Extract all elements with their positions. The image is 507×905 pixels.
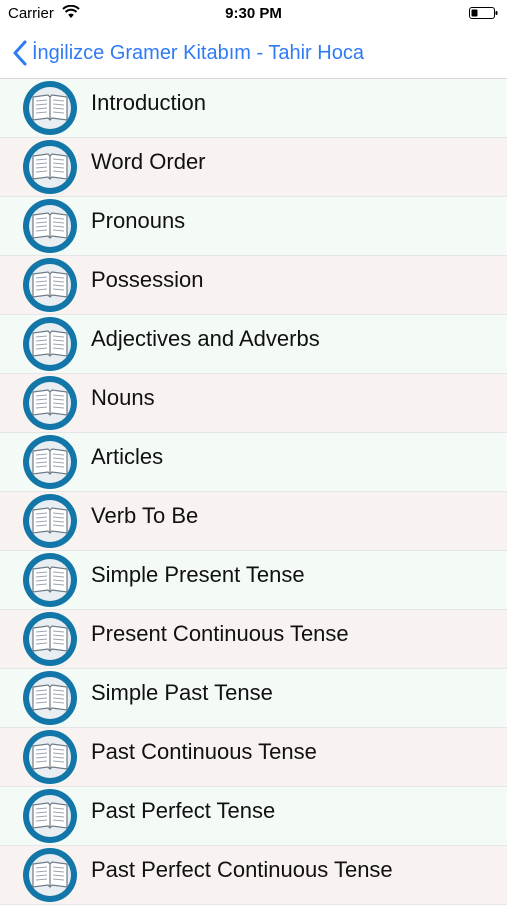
open-book-icon — [23, 435, 77, 489]
list-item-label: Simple Past Tense — [91, 680, 273, 705]
open-book-icon — [23, 317, 77, 371]
chevron-left-icon — [13, 40, 27, 66]
back-button-label: İngilizce Gramer Kitabım - Tahir Hoca — [32, 41, 364, 64]
open-book-icon — [23, 730, 77, 784]
list-item-label: Verb To Be — [91, 503, 199, 528]
list-item-label: Present Continuous Tense — [91, 621, 349, 646]
open-book-icon — [23, 140, 77, 194]
open-book-icon — [23, 612, 77, 666]
list-item-label: Articles — [91, 444, 164, 469]
battery-icon — [469, 7, 498, 19]
open-book-icon — [23, 789, 77, 843]
list-item-label: Past Continuous Tense — [91, 739, 317, 764]
open-book-icon — [23, 848, 77, 902]
list-item[interactable]: Verb To Be — [0, 492, 507, 551]
list-item[interactable]: Past Continuous Tense — [0, 728, 507, 787]
list-item-label: Past Perfect Tense — [91, 798, 276, 823]
list-item[interactable]: Past Perfect Tense — [0, 787, 507, 846]
list-item-label: Possession — [91, 267, 204, 292]
list-item[interactable]: Articles — [0, 433, 507, 492]
open-book-icon — [23, 671, 77, 725]
status-bar: Carrier 9:30 PM — [0, 0, 507, 28]
list-item[interactable]: Past Perfect Continuous Tense — [0, 846, 507, 905]
list-item[interactable]: Word Order — [0, 138, 507, 197]
topic-list: Introduction Word Order Pronouns Possession… — [0, 79, 507, 905]
open-book-icon — [23, 199, 77, 253]
list-item-label: Adjectives and Adverbs — [91, 326, 320, 351]
list-item-label: Introduction — [91, 90, 206, 115]
list-item[interactable]: Present Continuous Tense — [0, 610, 507, 669]
list-item-label: Simple Present Tense — [91, 562, 305, 587]
list-item-label: Past Perfect Continuous Tense — [91, 857, 393, 882]
list-item[interactable]: Introduction — [0, 79, 507, 138]
open-book-icon — [23, 494, 77, 548]
list-item-label: Word Order — [91, 149, 206, 174]
open-book-icon — [23, 376, 77, 430]
list-item[interactable]: Nouns — [0, 374, 507, 433]
list-item-label: Pronouns — [91, 208, 186, 233]
navigation-bar: İngilizce Gramer Kitabım - Tahir Hoca — [0, 28, 507, 79]
status-time: 9:30 PM — [225, 5, 282, 22]
list-item[interactable]: Simple Present Tense — [0, 551, 507, 610]
list-item[interactable]: Adjectives and Adverbs — [0, 315, 507, 374]
open-book-icon — [23, 258, 77, 312]
list-item[interactable]: Simple Past Tense — [0, 669, 507, 728]
open-book-icon — [23, 553, 77, 607]
back-button[interactable]: İngilizce Gramer Kitabım - Tahir Hoca — [12, 38, 364, 68]
list-item[interactable]: Pronouns — [0, 197, 507, 256]
list-item[interactable]: Possession — [0, 256, 507, 315]
open-book-icon — [23, 81, 77, 135]
list-item-label: Nouns — [91, 385, 155, 410]
